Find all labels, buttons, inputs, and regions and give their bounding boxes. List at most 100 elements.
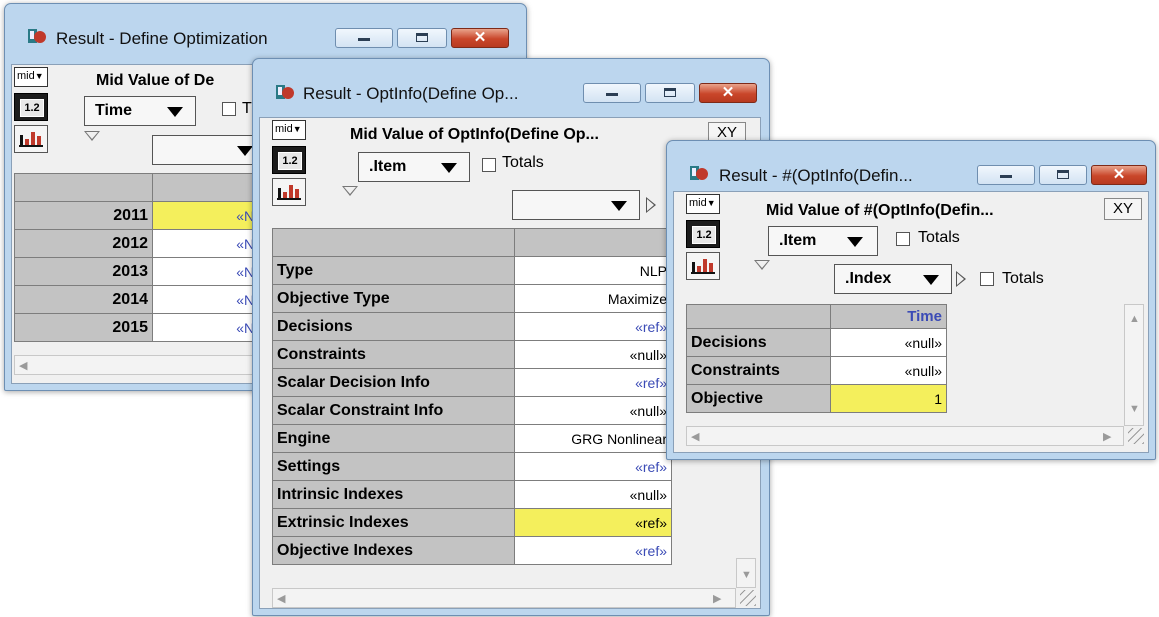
graph-view-button[interactable] (272, 178, 306, 206)
row-value[interactable]: NLP (514, 256, 672, 285)
maximize-icon (664, 88, 676, 97)
row-label: Decisions (686, 328, 831, 357)
row-label: Engine (271, 424, 516, 453)
table-row: Decisions «ref» (271, 312, 672, 341)
table-header-row: Time (686, 304, 947, 329)
table-row: Settings «ref» (271, 452, 672, 481)
scroll-down-icon[interactable]: ▼ (741, 569, 752, 581)
row-index-dropdown[interactable]: .Item (358, 152, 470, 182)
totals-checkbox[interactable] (222, 102, 236, 116)
xy-button[interactable]: XY (1104, 198, 1142, 220)
row-value[interactable]: 1 (830, 384, 947, 413)
analytica-app-icon (27, 26, 47, 48)
horizontal-scrollbar[interactable]: ◀ ▶ (686, 426, 1124, 446)
table-row: Extrinsic Indexes «ref» (271, 508, 672, 537)
resize-grip-icon[interactable] (740, 590, 756, 606)
row-label: Constraints (271, 340, 516, 369)
maximize-button[interactable] (645, 83, 695, 103)
expand-right-icon[interactable] (646, 197, 656, 213)
chevron-down-icon (611, 201, 627, 211)
window-title: Result - Define Optimization (56, 29, 268, 48)
chevron-down-icon: ▼ (292, 124, 302, 134)
column-index-dropdown[interactable]: .Index (834, 264, 952, 294)
minimize-button[interactable] (335, 28, 393, 48)
resize-grip-icon[interactable] (1128, 428, 1144, 444)
row-index-dropdown[interactable]: Time (84, 96, 196, 126)
maximize-button[interactable] (397, 28, 447, 48)
collapse-arrow-icon[interactable] (342, 186, 358, 196)
minimize-button[interactable] (583, 83, 641, 103)
window-titlebar[interactable]: Result - OptInfo(Define Op... ✕ (253, 59, 769, 103)
table-row: 2015«NLP» (14, 313, 284, 342)
table-row: Objective Type Maximize (271, 284, 672, 313)
horizontal-scrollbar[interactable]: ◀ ▶ (272, 588, 736, 608)
mid-value-dropdown[interactable]: mid▼ (14, 67, 48, 87)
row-value[interactable]: «ref» (514, 536, 672, 565)
graph-view-button[interactable] (686, 252, 720, 280)
collapse-arrow-icon[interactable] (84, 131, 100, 141)
table-view-icon: 1.2 (692, 226, 716, 244)
minimize-button[interactable] (977, 165, 1035, 185)
row-label: 2013 (14, 257, 153, 286)
table-row: Intrinsic Indexes «null» (271, 480, 672, 509)
column-index-dropdown[interactable] (512, 190, 640, 220)
row-value[interactable]: «null» (830, 328, 947, 357)
row-label: Decisions (271, 312, 516, 341)
table-row: 2014«NLP» (14, 285, 284, 314)
row-value[interactable]: «null» (514, 340, 672, 369)
row-index-dropdown[interactable]: .Item (768, 226, 878, 256)
window-titlebar[interactable]: Result - #(OptInfo(Defin... ✕ (667, 141, 1155, 185)
row-value[interactable]: «null» (514, 396, 672, 425)
column-totals-checkbox[interactable] (980, 272, 994, 286)
chevron-down-icon: ▼ (706, 198, 716, 208)
maximize-button[interactable] (1039, 165, 1087, 185)
scroll-down-icon[interactable]: ▼ (1129, 403, 1140, 415)
expand-right-icon[interactable] (956, 271, 966, 287)
table-view-button[interactable]: 1.2 (272, 146, 306, 174)
close-button[interactable]: ✕ (451, 28, 509, 48)
column-index-dropdown[interactable] (152, 135, 262, 165)
table-corner-cell (686, 304, 831, 329)
row-value[interactable]: «ref» (514, 312, 672, 341)
table-view-button[interactable]: 1.2 (686, 220, 720, 248)
mid-value-dropdown[interactable]: mid▼ (686, 194, 720, 214)
close-icon: ✕ (721, 84, 735, 101)
table-row: Decisions «null» (686, 328, 947, 357)
table-row: 2013«NLP» (14, 257, 284, 286)
window-optinfo-index[interactable]: Result - #(OptInfo(Defin... ✕ mid▼ 1.2 M… (666, 140, 1156, 460)
row-value[interactable]: Maximize (514, 284, 672, 313)
scroll-up-icon[interactable]: ▲ (1129, 313, 1140, 325)
scroll-left-icon[interactable]: ◀ (277, 592, 285, 605)
mid-value-dropdown[interactable]: mid▼ (272, 120, 306, 140)
table-view-button[interactable]: 1.2 (14, 93, 48, 121)
close-button[interactable]: ✕ (699, 83, 757, 103)
totals-checkbox[interactable] (482, 158, 496, 172)
row-value[interactable]: «null» (514, 480, 672, 509)
vertical-scrollbar[interactable]: ▲ ▼ (1124, 304, 1144, 426)
window-title: Result - OptInfo(Define Op... (303, 84, 519, 103)
chevron-down-icon: ▼ (34, 71, 44, 81)
row-value[interactable]: «null» (830, 356, 947, 385)
window-titlebar[interactable]: Result - Define Optimization ✕ (5, 4, 526, 48)
row-value[interactable]: «ref» (514, 508, 672, 537)
row-value[interactable]: «ref» (514, 368, 672, 397)
minimize-icon (606, 93, 618, 96)
row-value[interactable]: GRG Nonlinear (514, 424, 672, 453)
vertical-scrollbar[interactable]: ▼ (736, 558, 756, 588)
row-label: Type (271, 256, 516, 285)
close-button[interactable]: ✕ (1091, 165, 1147, 185)
totals-checkbox[interactable] (896, 232, 910, 246)
row-value[interactable]: «ref» (514, 452, 672, 481)
table-column-header[interactable]: Time (830, 304, 947, 329)
scroll-left-icon[interactable]: ◀ (19, 359, 27, 372)
scroll-left-icon[interactable]: ◀ (691, 430, 699, 443)
scroll-right-icon[interactable]: ▶ (1103, 430, 1111, 443)
scroll-right-icon[interactable]: ▶ (713, 592, 721, 605)
bar-chart-icon (691, 259, 715, 274)
row-label: 2015 (14, 313, 153, 342)
horizontal-scrollbar[interactable]: ◀ (14, 355, 254, 375)
graph-view-button[interactable] (14, 125, 48, 153)
collapse-arrow-icon[interactable] (754, 260, 770, 270)
chevron-down-icon (237, 146, 253, 156)
result-heading: Mid Value of OptInfo(Define Op... (350, 126, 599, 143)
